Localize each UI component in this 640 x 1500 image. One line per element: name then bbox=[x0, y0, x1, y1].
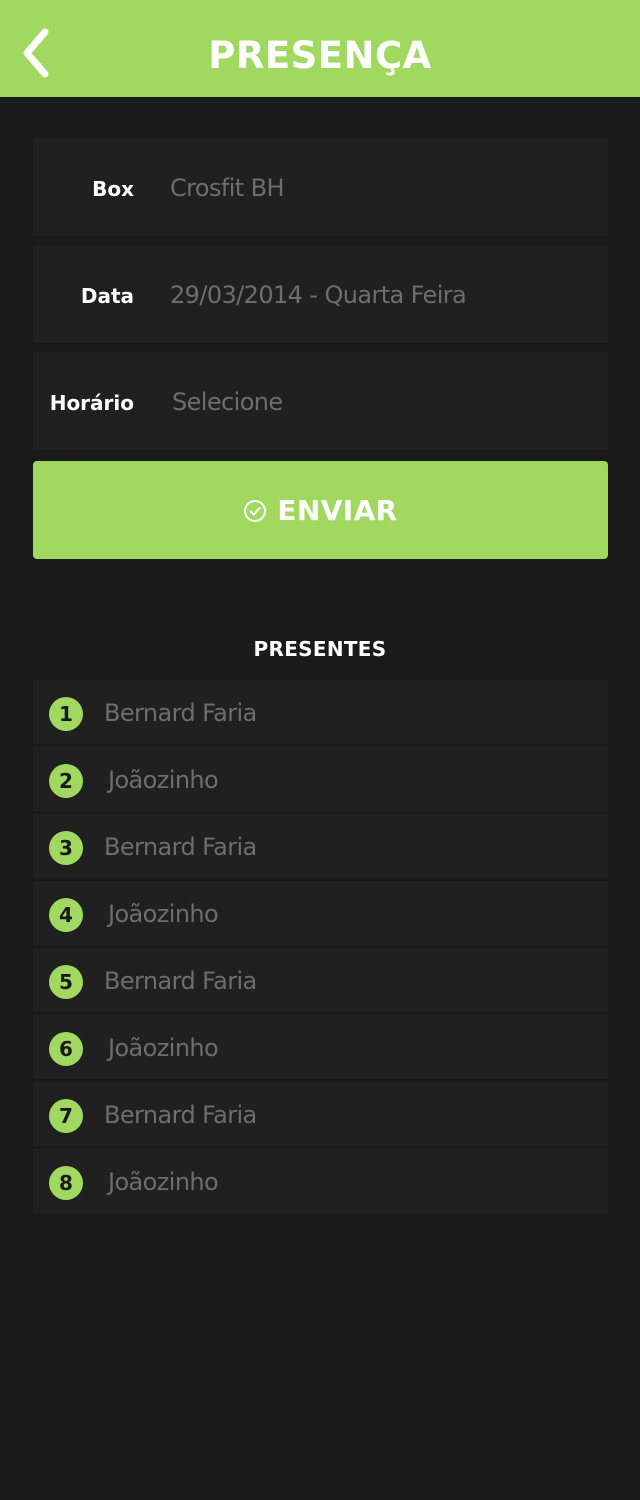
attendee-name: Bernard Faria bbox=[104, 1101, 257, 1129]
list-item[interactable]: 5 Bernard Faria bbox=[33, 948, 608, 1012]
list-item[interactable]: 3 Bernard Faria bbox=[33, 814, 608, 878]
check-circle-icon bbox=[244, 500, 267, 522]
date-label: Data bbox=[80, 284, 134, 308]
page-title: PRESENÇA bbox=[208, 34, 432, 77]
time-label: Horário bbox=[49, 391, 134, 415]
box-value[interactable]: Crosfit BH bbox=[170, 138, 285, 236]
list-item[interactable]: 1 Bernard Faria bbox=[33, 680, 608, 744]
number-badge: 6 bbox=[49, 1032, 83, 1066]
submit-button[interactable]: ENVIAR bbox=[33, 461, 608, 559]
date-field[interactable]: Data 29/03/2014 - Quarta Feira bbox=[33, 245, 608, 343]
list-item[interactable]: 4 Joãozinho bbox=[33, 881, 608, 945]
number-badge: 1 bbox=[49, 697, 83, 731]
number-badge: 8 bbox=[49, 1166, 83, 1200]
box-field[interactable]: Box Crosfit BH bbox=[33, 138, 608, 236]
submit-label: ENVIAR bbox=[277, 493, 398, 527]
number-badge: 3 bbox=[49, 831, 83, 865]
list-item[interactable]: 6 Joãozinho bbox=[33, 1015, 608, 1079]
number-badge: 2 bbox=[49, 764, 83, 798]
attendee-name: Bernard Faria bbox=[104, 967, 257, 995]
number-badge: 7 bbox=[49, 1099, 83, 1133]
time-field[interactable]: Horário Selecione bbox=[33, 352, 608, 450]
attendee-name: Joãozinho bbox=[108, 1034, 219, 1062]
attendee-name: Joãozinho bbox=[108, 900, 219, 928]
top-bar: PRESENÇA bbox=[0, 0, 640, 97]
list-item[interactable]: 7 Bernard Faria bbox=[33, 1082, 608, 1146]
box-label: Box bbox=[92, 177, 134, 201]
attendee-name: Joãozinho bbox=[108, 766, 219, 794]
attendee-name: Bernard Faria bbox=[104, 699, 257, 727]
attendee-name: Bernard Faria bbox=[104, 833, 257, 861]
attendee-name: Joãozinho bbox=[108, 1168, 219, 1196]
time-select[interactable]: Selecione bbox=[172, 352, 283, 450]
attendees-heading: PRESENTES bbox=[253, 637, 387, 661]
number-badge: 4 bbox=[49, 898, 83, 932]
list-item[interactable]: 8 Joãozinho bbox=[33, 1149, 608, 1213]
attendees-list: 1 Bernard Faria 2 Joãozinho 3 Bernard Fa… bbox=[33, 680, 608, 1216]
number-badge: 5 bbox=[49, 965, 83, 999]
date-value[interactable]: 29/03/2014 - Quarta Feira bbox=[170, 245, 467, 343]
list-item[interactable]: 2 Joãozinho bbox=[33, 747, 608, 811]
